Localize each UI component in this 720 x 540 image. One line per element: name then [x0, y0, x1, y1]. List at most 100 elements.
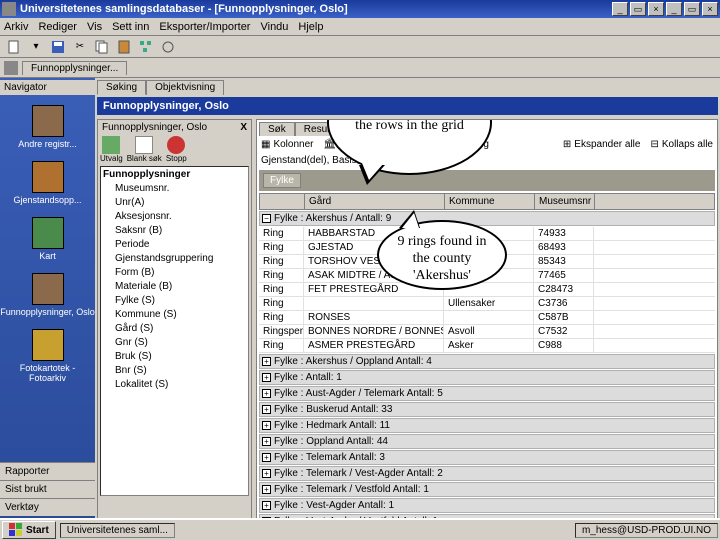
- navigator-header: Navigator: [0, 80, 95, 95]
- close-button[interactable]: ×: [648, 2, 664, 16]
- group-row[interactable]: +Fylke : Buskerud Antall: 33: [259, 402, 715, 417]
- tree-tool-blank[interactable]: Blank søk: [127, 136, 162, 163]
- group-row[interactable]: +Fylke : Telemark / Vest-Agder Antall: 2: [259, 466, 715, 481]
- table-row[interactable]: RingASMER PRESTEGÅRDAskerC988: [259, 339, 715, 353]
- group-row-akershus[interactable]: − Fylke : Akershus / Antall: 9: [259, 211, 715, 226]
- callout-text: Drag and drop a column title to group th…: [351, 119, 469, 133]
- group-row[interactable]: +Fylke : Akershus / Oppland Antall: 4: [259, 354, 715, 369]
- tab-objektvisning[interactable]: Objektvisning: [146, 80, 224, 95]
- group-chip[interactable]: Fylke: [263, 173, 301, 188]
- group-row[interactable]: +Fylke : Telemark / Vestfold Antall: 1: [259, 482, 715, 497]
- menu-vindu[interactable]: Vindu: [260, 21, 288, 33]
- toolbar-cut-icon[interactable]: ✂: [70, 38, 90, 56]
- nav-item-kart[interactable]: Kart: [0, 217, 95, 261]
- label: Kolonner: [273, 139, 313, 150]
- group-row[interactable]: +Fylke : Hedmark Antall: 11: [259, 418, 715, 433]
- nav-item-gjenstand[interactable]: Gjenstandsopp...: [0, 161, 95, 205]
- nav-item-funn[interactable]: Funnopplysninger, Oslo: [0, 273, 95, 317]
- grid-tool-collapse[interactable]: ⊟Kollaps alle: [650, 139, 713, 150]
- tree-node[interactable]: Saksnr (B): [103, 224, 246, 238]
- col-type[interactable]: [260, 194, 305, 209]
- expand-group-icon[interactable]: +: [262, 405, 271, 414]
- group-row[interactable]: +Fylke : Telemark Antall: 3: [259, 450, 715, 465]
- document-tab[interactable]: Funnopplysninger...: [22, 61, 127, 75]
- expand-group-icon[interactable]: +: [262, 373, 271, 382]
- col-kommune[interactable]: Kommune: [445, 194, 535, 209]
- group-row[interactable]: +Fylke : Oppland Antall: 44: [259, 434, 715, 449]
- toolbar-save-icon[interactable]: [48, 38, 68, 56]
- nav-item-andre[interactable]: Andre registr...: [0, 105, 95, 149]
- nav-verktoy[interactable]: Verktøy: [0, 498, 95, 516]
- expand-group-icon[interactable]: +: [262, 501, 271, 510]
- col-museum[interactable]: Museumsnr: [535, 194, 595, 209]
- table-row[interactable]: RingRONSESC587B: [259, 311, 715, 325]
- field-tree[interactable]: Funnopplysninger Museumsnr.Unr(A)Aksesjo…: [100, 166, 249, 496]
- start-button[interactable]: Start: [2, 521, 56, 539]
- nav-item-foto[interactable]: Fotokartotek - Fotoarkiv: [0, 329, 95, 383]
- table-row[interactable]: RingspenneBONNES NORDRE / BONNESAsvollC7…: [259, 325, 715, 339]
- table-row[interactable]: RingFET PRESTEGÅRDC28473: [259, 283, 715, 297]
- tree-node[interactable]: Museumsnr.: [103, 182, 246, 196]
- toolbar-dropdown-icon[interactable]: ▾: [26, 38, 46, 56]
- toolbar-extra-icon[interactable]: [158, 38, 178, 56]
- tree-node[interactable]: Bnr (S): [103, 364, 246, 378]
- minimize-button[interactable]: _: [612, 2, 628, 16]
- toolbar-paste-icon[interactable]: [114, 38, 134, 56]
- group-row[interactable]: +Fylke : Vest-Agder Antall: 1: [259, 498, 715, 513]
- expand-group-icon[interactable]: +: [262, 437, 271, 446]
- folder-icon: [32, 105, 64, 137]
- tree-node[interactable]: Materiale (B): [103, 280, 246, 294]
- tab-soking[interactable]: Søking: [97, 80, 146, 95]
- tree-node[interactable]: Bruk (S): [103, 350, 246, 364]
- toolbar-tree-icon[interactable]: [136, 38, 156, 56]
- group-row[interactable]: +Fylke : Aust-Agder / Telemark Antall: 5: [259, 386, 715, 401]
- grid-tool-kolonner[interactable]: ▦Kolonner: [261, 139, 313, 150]
- menu-arkiv[interactable]: Arkiv: [4, 21, 28, 33]
- menu-settinn[interactable]: Sett inn: [112, 21, 149, 33]
- child-maximize-button[interactable]: ▭: [684, 2, 700, 16]
- nav-rapporter[interactable]: Rapporter: [0, 462, 95, 480]
- expand-group-icon[interactable]: +: [262, 389, 271, 398]
- menu-hjelp[interactable]: Hjelp: [298, 21, 323, 33]
- nav-sistbrukt[interactable]: Sist brukt: [0, 480, 95, 498]
- menu-eksporter[interactable]: Eksporter/Importer: [159, 21, 250, 33]
- tree-node[interactable]: Gjenstandsgruppering: [103, 252, 246, 266]
- group-row[interactable]: +Fylke : Antall: 1: [259, 370, 715, 385]
- child-minimize-button[interactable]: _: [666, 2, 682, 16]
- menu-vis[interactable]: Vis: [87, 21, 102, 33]
- tree-node[interactable]: Lokalitet (S): [103, 378, 246, 392]
- tree-node[interactable]: Periode: [103, 238, 246, 252]
- tree-node[interactable]: Aksesjonsnr.: [103, 210, 246, 224]
- tree-node[interactable]: Kommune (S): [103, 308, 246, 322]
- tree-tool-utvalg[interactable]: Utvalg: [100, 136, 123, 163]
- grid-tool-expand[interactable]: ⊞Ekspander alle: [563, 139, 641, 150]
- maximize-button[interactable]: ▭: [630, 2, 646, 16]
- expand-group-icon[interactable]: +: [262, 357, 271, 366]
- tree-node[interactable]: Unr(A): [103, 196, 246, 210]
- system-tray: m_hess@USD-PROD.UI.NO: [575, 523, 718, 538]
- taskbar-app-button[interactable]: Universitetenes saml...: [60, 523, 175, 538]
- expand-group-icon[interactable]: +: [262, 469, 271, 478]
- tree-root[interactable]: Funnopplysninger: [103, 169, 246, 180]
- start-label: Start: [26, 525, 49, 536]
- expand-group-icon[interactable]: +: [262, 485, 271, 494]
- group-drop-zone[interactable]: Fylke: [259, 170, 715, 191]
- tree-node[interactable]: Form (B): [103, 266, 246, 280]
- table-row[interactable]: RingUllensakerC3736: [259, 297, 715, 311]
- expand-group-icon[interactable]: +: [262, 421, 271, 430]
- col-gard[interactable]: Gård: [305, 194, 445, 209]
- document-tab-bar: Funnopplysninger...: [0, 58, 720, 78]
- gtab-sok[interactable]: Søk: [259, 122, 295, 136]
- tree-node[interactable]: Gård (S): [103, 322, 246, 336]
- callout-9rings: 9 rings found in the county 'Akershus': [377, 220, 507, 290]
- child-close-button[interactable]: ×: [702, 2, 718, 16]
- collapse-group-icon[interactable]: −: [262, 214, 271, 223]
- tree-close-button[interactable]: X: [240, 122, 247, 133]
- tree-tool-stopp[interactable]: Stopp: [166, 136, 187, 163]
- toolbar-copy-icon[interactable]: [92, 38, 112, 56]
- toolbar-new-icon[interactable]: [4, 38, 24, 56]
- tree-node[interactable]: Gnr (S): [103, 336, 246, 350]
- menu-rediger[interactable]: Rediger: [38, 21, 77, 33]
- expand-group-icon[interactable]: +: [262, 453, 271, 462]
- tree-node[interactable]: Fylke (S): [103, 294, 246, 308]
